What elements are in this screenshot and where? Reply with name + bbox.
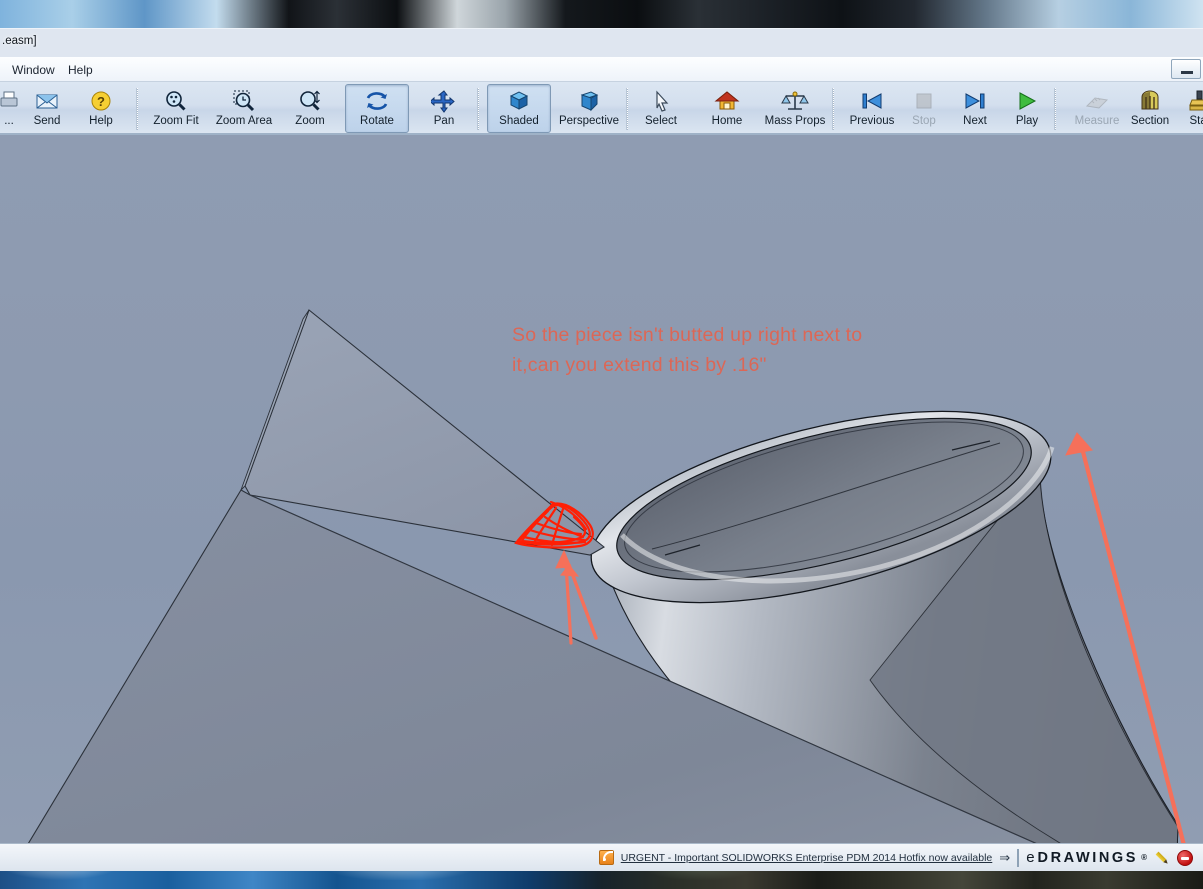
- markup-annotation-text: So the piece isn't butted up right next …: [512, 324, 863, 376]
- shaded-cube-icon: [506, 88, 532, 114]
- toolbar-button-previous[interactable]: Previous: [840, 84, 904, 133]
- edrawings-logo-name: DRAWINGS: [1037, 849, 1139, 866]
- markup-arrow-left: [555, 549, 598, 645]
- toolbar-label-next: Next: [963, 115, 987, 127]
- toolbar-label-rotate: Rotate: [360, 115, 394, 127]
- toolbar-label-pan: Pan: [433, 115, 455, 127]
- toolbar-button-next[interactable]: Next: [948, 84, 1002, 133]
- pan-icon: [431, 88, 457, 114]
- menu-item-window[interactable]: Window: [6, 62, 61, 78]
- title-bar[interactable]: .easm]: [0, 29, 1203, 57]
- play-icon: [1014, 88, 1040, 114]
- toolbar-button-stop: Stop: [900, 84, 948, 133]
- stamp-icon: [1187, 88, 1203, 114]
- toolbar-label-select: Select: [645, 115, 677, 127]
- step-forward-icon: [962, 88, 988, 114]
- toolbar-button-select[interactable]: Select: [634, 84, 688, 133]
- toolbar-button-help[interactable]: ? Help: [80, 84, 122, 133]
- menu-item-help[interactable]: Help: [62, 62, 99, 78]
- toolbar-button-section[interactable]: Section: [1122, 84, 1178, 133]
- toolbar-button-play[interactable]: Play: [1002, 84, 1052, 133]
- news-link[interactable]: URGENT - Important SOLIDWORKS Enterprise…: [621, 852, 993, 864]
- toolbar-label-previous: Previous: [849, 115, 895, 127]
- toolbar-separator: [136, 88, 138, 130]
- toolbar-button-home[interactable]: Home: [700, 84, 754, 133]
- model-geometry: [27, 309, 1186, 843]
- model-viewport[interactable]: So the piece isn't butted up right next …: [0, 135, 1203, 843]
- pencil-icon[interactable]: [1151, 846, 1174, 869]
- toolbar-separator: [477, 88, 479, 130]
- toolbar-button-rotate[interactable]: Rotate: [345, 84, 409, 133]
- toolbar-label-play: Play: [1015, 115, 1039, 127]
- toolbar-separator: [1054, 88, 1056, 130]
- toolbar-label-send: Send: [33, 115, 61, 127]
- rss-icon[interactable]: [598, 850, 614, 865]
- stop-square-icon: [912, 88, 936, 114]
- scales-icon: [781, 88, 809, 114]
- toolbar-label-measure: Measure: [1074, 115, 1120, 127]
- toolbar-button-zoom-fit[interactable]: Zoom Fit: [144, 84, 208, 133]
- toolbar-label-perspective: Perspective: [558, 115, 620, 127]
- toolbar-button-zoom-area[interactable]: Zoom Area: [208, 84, 280, 133]
- toolbar-label-zoom-area: Zoom Area: [215, 115, 273, 127]
- envelope-icon: [34, 88, 60, 114]
- status-divider: [1017, 848, 1020, 867]
- svg-text:?: ?: [97, 94, 105, 109]
- print-icon: [0, 88, 21, 114]
- toolbar-button-stamp[interactable]: Star: [1178, 84, 1203, 133]
- toolbar-label-shaded: Shaded: [499, 115, 539, 127]
- measure-icon: [1084, 88, 1110, 114]
- toolbar-label-print: ...: [4, 115, 14, 127]
- edrawings-logo-e: e: [1026, 849, 1035, 866]
- toolbar-label-zoom-fit: Zoom Fit: [153, 115, 199, 127]
- toolbar-button-print[interactable]: ...: [0, 84, 24, 133]
- zoom-icon: [297, 88, 323, 114]
- toolbar-button-perspective[interactable]: Perspective: [551, 84, 627, 133]
- menu-bar: Window Help: [0, 57, 1203, 82]
- no-entry-icon[interactable]: [1177, 849, 1193, 866]
- toolbar-label-mass-props: Mass Props: [764, 115, 826, 127]
- toolbar-label-section: Section: [1130, 115, 1170, 127]
- window-minimize-button[interactable]: [1171, 59, 1201, 79]
- zoom-area-icon: [231, 88, 257, 114]
- toolbar-button-zoom[interactable]: Zoom: [284, 84, 336, 133]
- arrow-right-icon: ⇒: [999, 849, 1011, 865]
- perspective-icon: [576, 88, 602, 114]
- section-icon: [1137, 88, 1163, 114]
- main-toolbar: ... Send ? Help Zoom Fit Zoom Area Zoom …: [0, 82, 1203, 135]
- question-icon: ?: [89, 88, 113, 114]
- toolbar-button-send[interactable]: Send: [26, 84, 68, 133]
- toolbar-button-mass-props[interactable]: Mass Props: [754, 84, 836, 133]
- zoom-fit-icon: [163, 88, 189, 114]
- toolbar-label-home: Home: [711, 115, 743, 127]
- toolbar-button-shaded[interactable]: Shaded: [487, 84, 551, 133]
- edrawings-logo-registered: ®: [1141, 853, 1147, 862]
- toolbar-label-stop: Stop: [912, 115, 936, 127]
- toolbar-label-help: Help: [89, 115, 113, 127]
- toolbar-button-pan[interactable]: Pan: [419, 84, 469, 133]
- home-icon: [714, 88, 740, 114]
- step-back-icon: [859, 88, 885, 114]
- edrawings-logo: e DRAWINGS ®: [1026, 849, 1147, 866]
- toolbar-label-zoom: Zoom: [295, 115, 325, 127]
- status-bar: URGENT - Important SOLIDWORKS Enterprise…: [0, 843, 1203, 871]
- window-title: .easm]: [2, 35, 37, 47]
- toolbar-label-stamp: Star: [1189, 115, 1203, 127]
- edrawings-window: .easm] Window Help ... Send ? Help Zoom …: [0, 28, 1203, 871]
- rotate-icon: [364, 88, 390, 114]
- cursor-arrow-icon: [649, 88, 673, 114]
